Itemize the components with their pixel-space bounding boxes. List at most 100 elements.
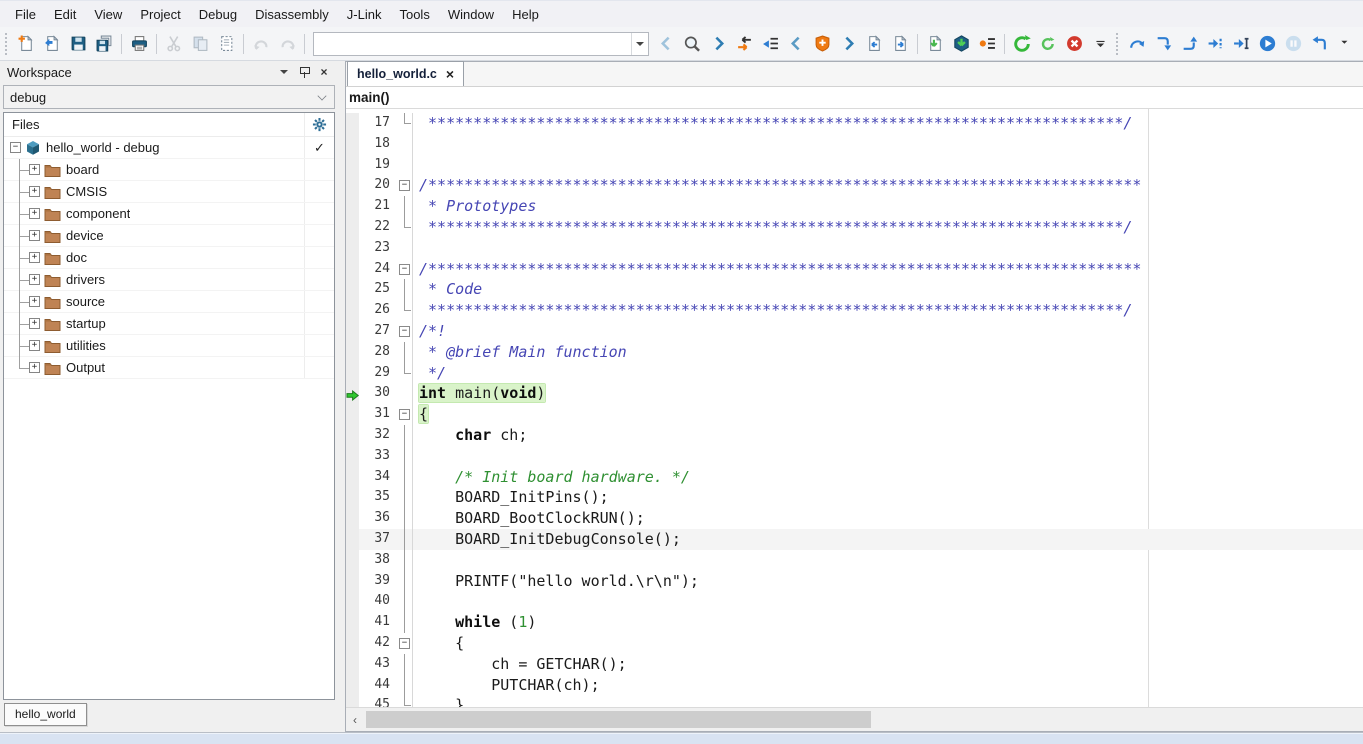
find-button[interactable] (679, 31, 705, 57)
breakpoint-margin[interactable] (346, 571, 359, 592)
breakpoint-margin[interactable] (346, 404, 359, 425)
find-input[interactable] (314, 33, 631, 55)
expand-box-icon[interactable]: + (29, 362, 40, 373)
fold-collapse-icon[interactable]: − (399, 180, 410, 191)
collapse-box-icon[interactable]: − (10, 142, 21, 153)
menu-edit[interactable]: Edit (45, 4, 85, 25)
cut-button[interactable] (161, 31, 187, 57)
paste-button[interactable] (213, 31, 239, 57)
breakpoint-margin[interactable] (346, 175, 359, 196)
tree-item-device[interactable]: +device (4, 225, 334, 247)
expand-box-icon[interactable]: + (29, 318, 40, 329)
breakpoint-margin[interactable] (346, 633, 359, 654)
breakpoint-margin[interactable] (346, 612, 359, 633)
undo-button[interactable] (248, 31, 274, 57)
tree-item-source[interactable]: +source (4, 291, 334, 313)
breakpoint-margin[interactable] (346, 695, 359, 707)
menu-disassembly[interactable]: Disassembly (246, 4, 338, 25)
horizontal-scrollbar[interactable]: ‹ (346, 707, 1363, 731)
code-editor[interactable]: 17 *************************************… (346, 109, 1363, 707)
print-button[interactable] (126, 31, 152, 57)
expand-box-icon[interactable]: + (29, 340, 40, 351)
panel-close-button[interactable]: × (316, 64, 332, 80)
next-statement-button[interactable] (1202, 31, 1228, 57)
step-over-button[interactable] (1124, 31, 1150, 57)
breakpoint-margin[interactable] (346, 675, 359, 696)
tab-close-icon[interactable]: × (446, 68, 454, 80)
toolbar-overflow-button[interactable] (1087, 31, 1113, 57)
find-next-button[interactable] (705, 31, 731, 57)
breakpoints-button[interactable] (974, 31, 1000, 57)
go-to-button[interactable] (757, 31, 783, 57)
make-button[interactable] (922, 31, 948, 57)
menu-help[interactable]: Help (503, 4, 548, 25)
menu-project[interactable]: Project (131, 4, 189, 25)
navigate-button[interactable] (731, 31, 757, 57)
reset-button[interactable] (1009, 31, 1035, 57)
menu-tools[interactable]: Tools (390, 4, 438, 25)
expand-box-icon[interactable]: + (29, 164, 40, 175)
breakpoint-margin[interactable] (346, 529, 359, 550)
redo-button[interactable] (274, 31, 300, 57)
breakpoint-margin[interactable] (346, 342, 359, 363)
breakpoint-margin[interactable] (346, 217, 359, 238)
toolbar-grip[interactable] (1116, 33, 1121, 55)
menu-window[interactable]: Window (439, 4, 503, 25)
step-out-button[interactable] (1176, 31, 1202, 57)
fold-collapse-icon[interactable]: − (399, 409, 410, 420)
breakpoint-margin[interactable] (346, 550, 359, 571)
breakpoint-margin[interactable] (346, 591, 359, 612)
tree-item-startup[interactable]: +startup (4, 313, 334, 335)
save-button[interactable] (65, 31, 91, 57)
fold-collapse-icon[interactable]: − (399, 638, 410, 649)
expand-box-icon[interactable]: + (29, 186, 40, 197)
breakpoint-margin[interactable] (346, 300, 359, 321)
expand-box-icon[interactable]: + (29, 296, 40, 307)
breakpoint-margin[interactable] (346, 467, 359, 488)
download-debug-button[interactable] (948, 31, 974, 57)
breakpoint-margin[interactable] (346, 113, 359, 134)
editor-tab-hello-world-c[interactable]: hello_world.c × (347, 61, 464, 86)
tree-item-board[interactable]: +board (4, 159, 334, 181)
open-document-button[interactable] (39, 31, 65, 57)
navigate-backward-button[interactable] (861, 31, 887, 57)
step-into-button[interactable] (1150, 31, 1176, 57)
new-document-button[interactable] (13, 31, 39, 57)
go-button[interactable] (1254, 31, 1280, 57)
expand-box-icon[interactable]: + (29, 252, 40, 263)
find-dropdown-button[interactable] (631, 33, 648, 55)
tree-item-component[interactable]: +component (4, 203, 334, 225)
tree-item-doc[interactable]: +doc (4, 247, 334, 269)
fold-collapse-icon[interactable]: − (399, 264, 410, 275)
breakpoint-margin[interactable] (346, 321, 359, 342)
run-to-cursor-button[interactable] (1228, 31, 1254, 57)
breakpoint-margin[interactable] (346, 363, 359, 384)
reset-arrow-button[interactable] (1306, 31, 1332, 57)
next-bookmark-button[interactable] (835, 31, 861, 57)
tree-item-utilities[interactable]: +utilities (4, 335, 334, 357)
breakpoint-margin[interactable] (346, 425, 359, 446)
workspace-tab-hello-world[interactable]: hello_world (4, 703, 87, 726)
breakpoint-margin[interactable] (346, 654, 359, 675)
toolbar-grip[interactable] (5, 33, 10, 55)
previous-bookmark-button[interactable] (783, 31, 809, 57)
menu-debug[interactable]: Debug (190, 4, 246, 25)
tree-item-cmsis[interactable]: +CMSIS (4, 181, 334, 203)
context-function-bar[interactable]: main() (346, 87, 1363, 109)
stop-debug-button[interactable] (1061, 31, 1087, 57)
breakpoint-margin[interactable] (346, 508, 359, 529)
breakpoint-margin[interactable] (346, 155, 359, 176)
scroll-left-button[interactable]: ‹ (346, 708, 364, 731)
fold-collapse-icon[interactable]: − (399, 326, 410, 337)
breakpoint-margin[interactable] (346, 196, 359, 217)
expand-box-icon[interactable]: + (29, 230, 40, 241)
scrollbar-thumb[interactable] (366, 711, 871, 728)
toggle-bookmark-button[interactable] (809, 31, 835, 57)
panel-pin-button[interactable] (296, 64, 312, 80)
expand-box-icon[interactable]: + (29, 208, 40, 219)
breakpoint-margin[interactable] (346, 279, 359, 300)
tree-item-project-root[interactable]: −hello_world - debug✓ (4, 137, 334, 159)
menu-file[interactable]: File (6, 4, 45, 25)
copy-button[interactable] (187, 31, 213, 57)
pause-button[interactable] (1280, 31, 1306, 57)
